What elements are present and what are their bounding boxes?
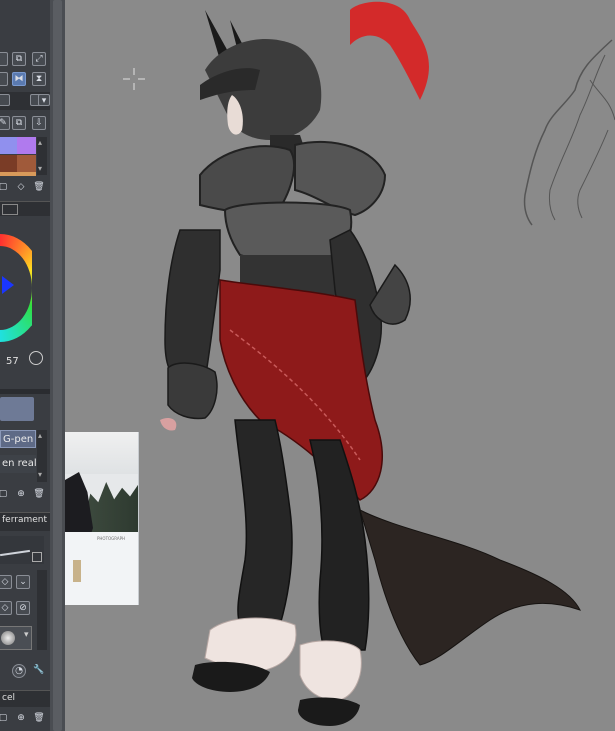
eyedropper-icon[interactable]: ⧉ <box>12 116 26 130</box>
color-wheel-tab[interactable] <box>2 204 18 215</box>
panel-divider <box>0 389 50 394</box>
tool-sidebar: ⧉ ⤢ ⧓ ⧗ ▾ ✎ ⧉ ⇩ ▴ ▾ ▢ ◇ 🗑 57 G-pen en re… <box>0 0 51 731</box>
layer-trash-icon[interactable]: 🗑 <box>32 712 46 726</box>
panel-scrollbar-thumb[interactable] <box>53 0 62 731</box>
transform-icon[interactable]: ⤢ <box>32 52 46 66</box>
color-panel-tabbar <box>0 201 50 216</box>
lock-icon[interactable] <box>32 552 42 562</box>
layer-new-icon[interactable]: ▢ <box>0 712 10 726</box>
new-set-icon[interactable]: ▢ <box>0 181 10 195</box>
sub-tool-pen-button[interactable] <box>0 397 34 421</box>
reference-photo[interactable]: PHOTOGRAPH <box>65 432 139 605</box>
tool-property-tabbar: ferrament <box>0 512 50 531</box>
color-mode-icon[interactable] <box>29 351 43 365</box>
brush-list-scrollbar[interactable]: ▴ ▾ <box>37 430 47 482</box>
color-swatch-tan[interactable] <box>17 155 36 172</box>
import-icon[interactable]: ⇩ <box>32 116 46 130</box>
brush-trash-icon[interactable]: 🗑 <box>32 488 46 502</box>
brush-add-icon[interactable]: ⊕ <box>14 488 28 502</box>
palette-menu-icon[interactable] <box>0 94 10 106</box>
color-wheel[interactable] <box>0 234 32 344</box>
brush-copy-icon[interactable]: ▢ <box>0 488 10 502</box>
swatch-scrollbar[interactable]: ▴ ▾ <box>37 137 47 175</box>
layer-add-icon[interactable]: ⊕ <box>14 712 28 726</box>
chevron-down-icon[interactable]: ▾ <box>24 630 29 640</box>
brush-real[interactable]: en real <box>0 455 36 473</box>
color-swatch-brown[interactable] <box>0 155 17 172</box>
color-swatch-lavender[interactable] <box>0 137 17 154</box>
bottom-tab-label[interactable]: cel <box>2 693 15 703</box>
ellipse-tool-icon[interactable] <box>0 52 8 66</box>
opacity-stepper[interactable]: ◇ <box>0 601 12 615</box>
panel-scrollbar[interactable] <box>50 0 65 731</box>
color-wheel-value: 57 <box>6 356 19 367</box>
photo-caption: PHOTOGRAPH <box>97 536 126 541</box>
tool-property-tab[interactable]: ferrament <box>2 515 47 525</box>
brush-gpen[interactable]: G-pen <box>0 430 36 448</box>
property-scrollbar[interactable] <box>37 570 47 650</box>
layer-copy-icon[interactable]: ⧉ <box>12 52 26 66</box>
size-stepper[interactable]: ◇ <box>0 575 12 589</box>
flip-vertical-icon[interactable]: ⧗ <box>32 72 46 86</box>
drawing-canvas[interactable]: PHOTOGRAPH <box>65 0 615 731</box>
trash-icon[interactable]: 🗑 <box>32 181 46 195</box>
crosshair-cursor-icon <box>123 68 145 90</box>
flip-horizontal-icon[interactable]: ⧓ <box>12 72 26 86</box>
knight-illustration <box>160 1 581 726</box>
size-expand-icon[interactable]: ⌄ <box>16 575 30 589</box>
color-swatch-orange[interactable] <box>0 172 36 176</box>
pen-icon[interactable]: ✎ <box>0 116 10 130</box>
palette-toolbar: ▾ <box>0 92 50 110</box>
rotate-left-icon[interactable] <box>0 72 8 86</box>
timer-icon[interactable]: ◔ <box>12 664 26 678</box>
fill-icon[interactable]: ◇ <box>14 181 28 195</box>
bottom-tabbar: cel <box>0 690 50 707</box>
color-swatch-violet[interactable] <box>17 137 36 154</box>
wrench-icon[interactable]: 🔧 <box>32 664 46 678</box>
stroke-preview <box>0 536 44 564</box>
chevron-down-icon[interactable]: ▾ <box>38 94 50 106</box>
opacity-expand-icon[interactable]: ⊘ <box>16 601 30 615</box>
